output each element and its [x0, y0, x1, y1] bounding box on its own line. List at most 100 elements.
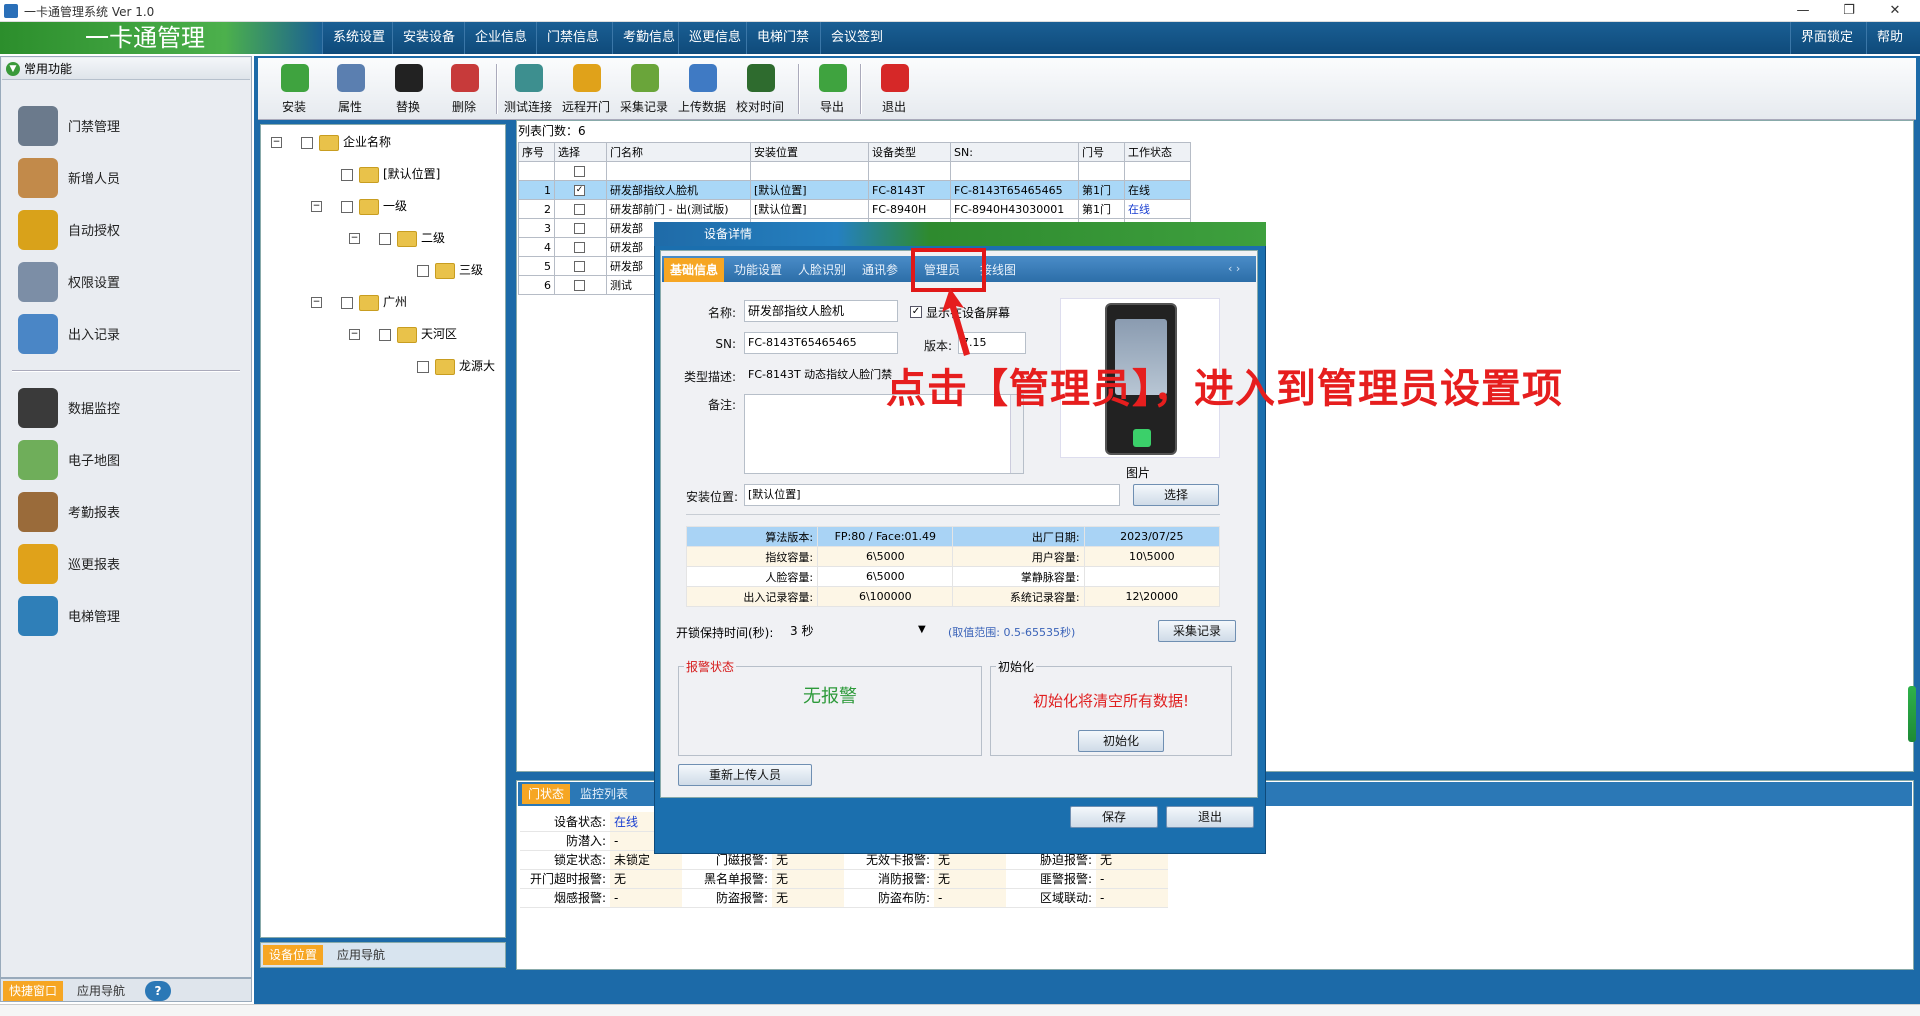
menu-lock[interactable]: 界面锁定: [1790, 22, 1863, 54]
menu-item-6[interactable]: 电梯门禁: [746, 22, 819, 54]
sidebar-item-6[interactable]: 电子地图: [18, 434, 248, 482]
sn-input[interactable]: FC-8143T65465465: [744, 332, 898, 354]
table-row[interactable]: 2 研发部前门 - 出(测试版) [默认位置] FC-8940H FC-8940H430…: [518, 199, 1191, 219]
tab-function-settings[interactable]: 功能设置: [728, 258, 788, 282]
toolbar-button-1[interactable]: 属性: [324, 60, 376, 118]
select-checkbox-cell[interactable]: [554, 275, 607, 295]
tree-node-root[interactable]: 企业名称: [301, 133, 391, 151]
sidebar-item-5[interactable]: 数据监控: [18, 382, 248, 430]
menu-item-3[interactable]: 门禁信息: [536, 22, 609, 54]
sidebar-item-2[interactable]: 自动授权: [18, 204, 248, 252]
tab-scroll-icon[interactable]: ‹ ›: [1228, 262, 1240, 275]
restore-icon[interactable]: ❐: [1826, 0, 1872, 22]
tree-node[interactable]: 龙源大: [417, 357, 505, 375]
toolbar-button-5[interactable]: 远程开门: [560, 60, 612, 118]
sidebar-item-3[interactable]: 权限设置: [18, 256, 248, 304]
toolbar-button-7[interactable]: 上传数据: [676, 60, 728, 118]
collect-records-button[interactable]: 采集记录: [1158, 620, 1236, 642]
column-header[interactable]: 工作状态: [1124, 142, 1191, 162]
toolbar-button-10[interactable]: 退出: [868, 60, 920, 118]
column-header[interactable]: 设备类型: [868, 142, 951, 162]
row-checkbox[interactable]: [574, 204, 585, 215]
save-button[interactable]: 保存: [1070, 806, 1158, 828]
checkbox[interactable]: [379, 232, 391, 245]
row-checkbox[interactable]: ✓: [574, 185, 585, 196]
minimize-icon[interactable]: —: [1780, 0, 1826, 22]
show-screen-checkbox[interactable]: ✓: [910, 306, 922, 318]
tree-node[interactable]: 二级: [379, 229, 445, 247]
sidebar-header[interactable]: ▼ 常用功能: [2, 58, 250, 80]
sidebar-item-8[interactable]: 巡更报表: [18, 538, 248, 586]
sidebar-item-0[interactable]: 门禁管理: [18, 100, 248, 148]
tree-node[interactable]: 三级: [417, 261, 483, 279]
select-checkbox-cell[interactable]: [554, 237, 607, 257]
sidebar-item-7[interactable]: 考勤报表: [18, 486, 248, 534]
tab-quick-window[interactable]: 快捷窗口: [3, 981, 64, 1001]
row-checkbox[interactable]: [574, 223, 585, 234]
checkbox[interactable]: [341, 296, 353, 309]
lock-time-select[interactable]: 3 秒: [786, 620, 930, 642]
sidebar-item-1[interactable]: 新增人员: [18, 152, 248, 200]
checkbox[interactable]: [301, 136, 313, 149]
column-header[interactable]: 门号: [1078, 142, 1125, 162]
initialize-button[interactable]: 初始化: [1078, 730, 1164, 752]
name-input[interactable]: 研发部指纹人脸机: [744, 300, 898, 322]
chevron-down-icon[interactable]: ▼: [918, 624, 926, 635]
column-header[interactable]: 门名称: [606, 142, 751, 162]
column-header[interactable]: 选择: [554, 142, 607, 162]
toolbar-button-2[interactable]: 替换: [382, 60, 434, 118]
sidebar-item-9[interactable]: 电梯管理: [18, 590, 248, 638]
toolbar-button-3[interactable]: 删除: [438, 60, 490, 118]
side-scrollbar[interactable]: [1908, 686, 1916, 742]
column-header[interactable]: 序号: [518, 142, 555, 162]
collapse-icon[interactable]: ▼: [6, 62, 20, 76]
checkbox[interactable]: [341, 200, 353, 213]
close-icon[interactable]: ✕: [1872, 0, 1918, 22]
row-checkbox[interactable]: [574, 280, 585, 291]
checkbox[interactable]: [341, 168, 353, 181]
toolbar-button-6[interactable]: 采集记录: [618, 60, 670, 118]
tree-node[interactable]: 一级: [341, 197, 407, 215]
toolbar-button-8[interactable]: 校对时间: [734, 60, 786, 118]
select-checkbox-cell[interactable]: ✓: [554, 180, 607, 200]
tree-node[interactable]: [默认位置]: [341, 165, 440, 183]
checkbox[interactable]: [417, 360, 429, 373]
location-input[interactable]: [默认位置]: [744, 484, 1120, 506]
row-checkbox[interactable]: [574, 242, 585, 253]
tab-communication[interactable]: 通讯参数: [856, 258, 912, 282]
select-checkbox-cell[interactable]: [554, 218, 607, 238]
toolbar-button-9[interactable]: 导出: [806, 60, 858, 118]
column-header[interactable]: 安装位置: [750, 142, 869, 162]
menu-help[interactable]: 帮助: [1866, 22, 1913, 54]
row-checkbox[interactable]: [574, 261, 585, 272]
tree-collapse-icon[interactable]: −: [311, 201, 322, 212]
tab-face-recognition[interactable]: 人脸识别: [792, 258, 852, 282]
toolbar-button-0[interactable]: 安装: [268, 60, 320, 118]
toolbar-button-4[interactable]: 测试连接: [502, 60, 554, 118]
tree-collapse-icon[interactable]: −: [311, 297, 322, 308]
table-row[interactable]: 1 ✓ 研发部指纹人脸机 [默认位置] FC-8143T FC-8143T65465465…: [518, 180, 1191, 200]
tab-app-nav-2[interactable]: 应用导航: [331, 945, 391, 965]
select-checkbox-cell[interactable]: [554, 256, 607, 276]
tab-door-status[interactable]: 门状态: [522, 784, 571, 804]
reupload-users-button[interactable]: 重新上传人员: [678, 764, 812, 786]
checkbox[interactable]: [417, 264, 429, 277]
menu-item-4[interactable]: 考勤信息: [612, 22, 685, 54]
menu-item-5[interactable]: 巡更信息: [678, 22, 751, 54]
tree-collapse-icon[interactable]: −: [271, 137, 282, 148]
table-row[interactable]: [518, 161, 1191, 181]
tab-basic-info[interactable]: 基础信息: [664, 258, 725, 282]
column-header[interactable]: SN:: [950, 142, 1079, 162]
menu-item-1[interactable]: 安装设备: [392, 22, 465, 54]
tree-collapse-icon[interactable]: −: [349, 233, 360, 244]
menu-item-0[interactable]: 系统设置: [322, 22, 395, 54]
tab-app-nav[interactable]: 应用导航: [71, 981, 131, 1001]
tab-monitor-list[interactable]: 监控列表: [574, 784, 634, 804]
tree-collapse-icon[interactable]: −: [349, 329, 360, 340]
tab-device-location[interactable]: 设备位置: [263, 945, 324, 965]
select-checkbox-cell[interactable]: [554, 199, 607, 219]
menu-item-2[interactable]: 企业信息: [464, 22, 537, 54]
menu-item-7[interactable]: 会议签到: [820, 22, 893, 54]
sidebar-item-4[interactable]: 出入记录: [18, 308, 248, 356]
tree-node[interactable]: 广州: [341, 293, 407, 311]
